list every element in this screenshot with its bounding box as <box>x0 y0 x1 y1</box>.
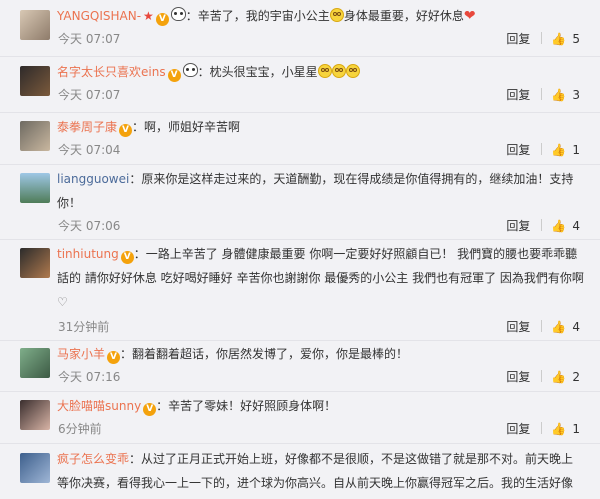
reply-button[interactable]: 回复 <box>506 86 538 104</box>
like-count: 3 <box>572 88 580 102</box>
comment-item: 名字太长只喜欢eins V ：枕头很宝宝，小星星 今天 07:07 回复 👍 3 <box>0 57 600 113</box>
timestamp: 今天 07:07 <box>58 32 121 46</box>
smile-face-icon <box>345 64 360 78</box>
panda-icon <box>182 63 198 77</box>
comment-item: 泰拳周子康 V ：啊，师姐好辛苦啊 今天 07:04 回复 👍 1 <box>0 113 600 165</box>
username[interactable]: 泰拳周子康 <box>57 120 117 134</box>
reply-button[interactable]: 回复 <box>506 318 538 336</box>
reply-button[interactable]: 回复 <box>506 420 538 438</box>
divider <box>541 143 543 155</box>
vip-crown-icon: V <box>155 13 169 26</box>
divider <box>541 370 543 382</box>
timestamp: 6分钟前 <box>58 422 102 436</box>
avatar[interactable] <box>20 173 50 203</box>
comment-body: ：翻着翻着超话，你居然发博了，爱你，你是最棒的！ <box>120 347 409 361</box>
avatar[interactable] <box>20 248 50 278</box>
username[interactable]: 马家小羊 <box>57 347 105 361</box>
avatar[interactable] <box>20 66 50 96</box>
comment-body: ：辛苦了零妹！好好照顾身体啊！ <box>156 399 337 413</box>
comment-text: 疯子怎么变乖：从过了正月正式开始上班，好像都不是很顺，不是这做错了就是那不对。前… <box>57 447 584 495</box>
comment-actions: 回复 👍 4 <box>506 318 580 336</box>
like-count: 1 <box>572 143 580 157</box>
reply-button[interactable]: 回复 <box>506 30 538 48</box>
like-count: 2 <box>572 370 580 384</box>
like-count: 5 <box>572 32 580 46</box>
divider <box>541 422 543 434</box>
comment-item: YANGQISHAN- ★ V ：辛苦了，我的宇宙小公主 身体最重要，好好休息❤ 今天 … <box>0 0 600 57</box>
comment-body-cont: 身体最重要，好好休息 <box>343 9 464 23</box>
comment-actions: 回复 👍 3 <box>506 86 580 104</box>
timestamp: 今天 07:04 <box>58 143 121 157</box>
comment-item: 大脸喵喵sunny V ：辛苦了零妹！好好照顾身体啊！ 6分钟前 回复 👍 1 <box>0 392 600 444</box>
comment-text: 马家小羊 V ：翻着翻着超话，你居然发博了，爱你，你是最棒的！ <box>57 342 584 366</box>
comment-text: tinhiutung V ：一路上辛苦了 身體健康最重要 你啊一定要好好照顧自已！ … <box>57 242 584 314</box>
red-heart-icon: ❤ <box>463 8 476 24</box>
username[interactable]: YANGQISHAN- <box>57 9 141 23</box>
avatar[interactable] <box>20 453 50 483</box>
divider <box>541 88 543 100</box>
reply-button[interactable]: 回复 <box>506 368 538 386</box>
vip-crown-icon: V <box>119 124 133 137</box>
like-count: 4 <box>572 219 580 233</box>
timestamp: 今天 07:16 <box>58 370 121 384</box>
comment-actions: 回复 👍 5 <box>506 30 580 48</box>
timestamp: 31分钟前 <box>58 320 110 334</box>
comment-text: 泰拳周子康 V ：啊，师姐好辛苦啊 <box>57 115 584 139</box>
timestamp: 今天 07:07 <box>58 88 121 102</box>
comment-item: tinhiutung V ：一路上辛苦了 身體健康最重要 你啊一定要好好照顧自已！ … <box>0 240 600 341</box>
thumbs-up-icon[interactable]: 👍 <box>551 422 566 436</box>
reply-button[interactable]: 回复 <box>506 141 538 159</box>
smile-face-icon <box>317 64 332 78</box>
avatar[interactable] <box>20 121 50 151</box>
comment-body: ：啊，师姐好辛苦啊 <box>132 120 241 134</box>
comment-text: liangguowei：原来你是这样走过来的，天道酬勤，现在得成绩是你值得拥有的… <box>57 167 584 215</box>
avatar[interactable] <box>20 400 50 430</box>
divider <box>541 219 543 231</box>
comment-actions: 回复 👍 2 <box>506 368 580 386</box>
smile-face-icon <box>329 8 344 22</box>
avatar[interactable] <box>20 10 50 40</box>
thumbs-up-icon[interactable]: 👍 <box>551 143 566 157</box>
like-count: 4 <box>572 320 580 334</box>
comment-body: ：原来你是这样走过来的，天道酬勤，现在得成绩是你值得拥有的，继续加油！支持你！ <box>57 172 574 210</box>
username[interactable]: 名字太长只喜欢eins <box>57 65 166 79</box>
comment-body: ：枕头很宝宝，小星星 <box>197 65 318 79</box>
username[interactable]: 疯子怎么变乖 <box>57 452 129 466</box>
comment-actions: 回复 👍 4 <box>506 217 580 235</box>
comment-body: ：从过了正月正式开始上班，好像都不是很顺，不是这做错了就是那不对。前天晚上等你决… <box>57 452 574 490</box>
thumbs-up-icon[interactable]: 👍 <box>551 219 566 233</box>
vip-crown-icon: V <box>143 403 157 416</box>
like-count: 1 <box>572 422 580 436</box>
timestamp: 今天 07:06 <box>58 219 121 233</box>
comment-body: ：辛苦了，我的宇宙小公主 <box>185 9 330 23</box>
divider <box>541 32 543 44</box>
reply-button[interactable]: 回复 <box>506 217 538 235</box>
comment-list: YANGQISHAN- ★ V ：辛苦了，我的宇宙小公主 身体最重要，好好休息❤ 今天 … <box>0 0 600 499</box>
thumbs-up-icon[interactable]: 👍 <box>551 370 566 384</box>
vip-crown-icon: V <box>120 251 134 264</box>
thumbs-up-icon[interactable]: 👍 <box>551 32 566 46</box>
comment-item: liangguowei：原来你是这样走过来的，天道酬勤，现在得成绩是你值得拥有的… <box>0 165 600 240</box>
smile-face-icon <box>331 64 346 78</box>
avatar[interactable] <box>20 348 50 378</box>
username[interactable]: tinhiutung <box>57 247 119 261</box>
panda-icon <box>170 7 186 21</box>
username[interactable]: 大脸喵喵sunny <box>57 399 141 413</box>
comment-item: 马家小羊 V ：翻着翻着超话，你居然发博了，爱你，你是最棒的！ 今天 07:16 回… <box>0 341 600 392</box>
comment-text: YANGQISHAN- ★ V ：辛苦了，我的宇宙小公主 身体最重要，好好休息❤ <box>57 4 584 28</box>
outline-heart-icon: ♡ <box>57 295 68 309</box>
thumbs-up-icon[interactable]: 👍 <box>551 88 566 102</box>
comment-text: 名字太长只喜欢eins V ：枕头很宝宝，小星星 <box>57 60 584 84</box>
vip-crown-icon: V <box>167 69 181 82</box>
username[interactable]: liangguowei <box>57 172 129 186</box>
comment-text: 大脸喵喵sunny V ：辛苦了零妹！好好照顾身体啊！ <box>57 394 584 418</box>
star-icon: ★ <box>143 9 154 23</box>
comment-actions: 回复 👍 1 <box>506 420 580 438</box>
vip-crown-icon: V <box>107 351 121 364</box>
divider <box>541 320 543 332</box>
comment-body: ：一路上辛苦了 身體健康最重要 你啊一定要好好照顧自已！ 我們寶的腰也要乖乖聽話… <box>57 247 584 285</box>
thumbs-up-icon[interactable]: 👍 <box>551 320 566 334</box>
comment-actions: 回复 👍 1 <box>506 141 580 159</box>
comment-item: 疯子怎么变乖：从过了正月正式开始上班，好像都不是很顺，不是这做错了就是那不对。前… <box>0 444 600 499</box>
